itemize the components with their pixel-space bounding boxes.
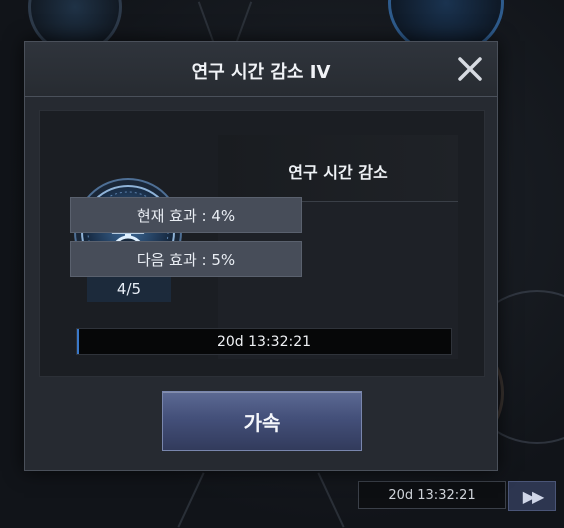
speed-up-button[interactable]: 가속 xyxy=(162,391,362,451)
effect-name: 연구 시간 감소 xyxy=(288,163,388,182)
close-button[interactable] xyxy=(457,56,483,82)
next-effect: 다음 효과 : 5% xyxy=(70,241,302,277)
research-timer: 20d 13:32:21 xyxy=(216,333,312,350)
fast-forward-icon: ▶▶ xyxy=(522,486,545,506)
dialog-header: 연구 시간 감소 IV xyxy=(25,42,497,97)
fast-forward-button[interactable]: ▶▶ xyxy=(508,481,556,511)
research-detail-dialog: 연구 시간 감소 IV 4/5 연구 시간 감소 현재 효과: 4% 다음 효… xyxy=(24,41,498,471)
close-icon xyxy=(458,57,482,81)
research-level: 4/5 xyxy=(87,275,171,302)
research-timer-bar: 20d 13:32:21 xyxy=(76,328,452,355)
background-timer: 20d 13:32:21 xyxy=(358,481,506,509)
effect-name-bar: 연구 시간 감소 xyxy=(218,135,458,202)
content-panel: 4/5 연구 시간 감소 현재 효과 : 4% 다음 효과 : 5% 20d 1… xyxy=(39,110,485,377)
dialog-title: 연구 시간 감소 IV xyxy=(191,62,331,83)
current-effect: 현재 효과 : 4% xyxy=(70,197,302,233)
